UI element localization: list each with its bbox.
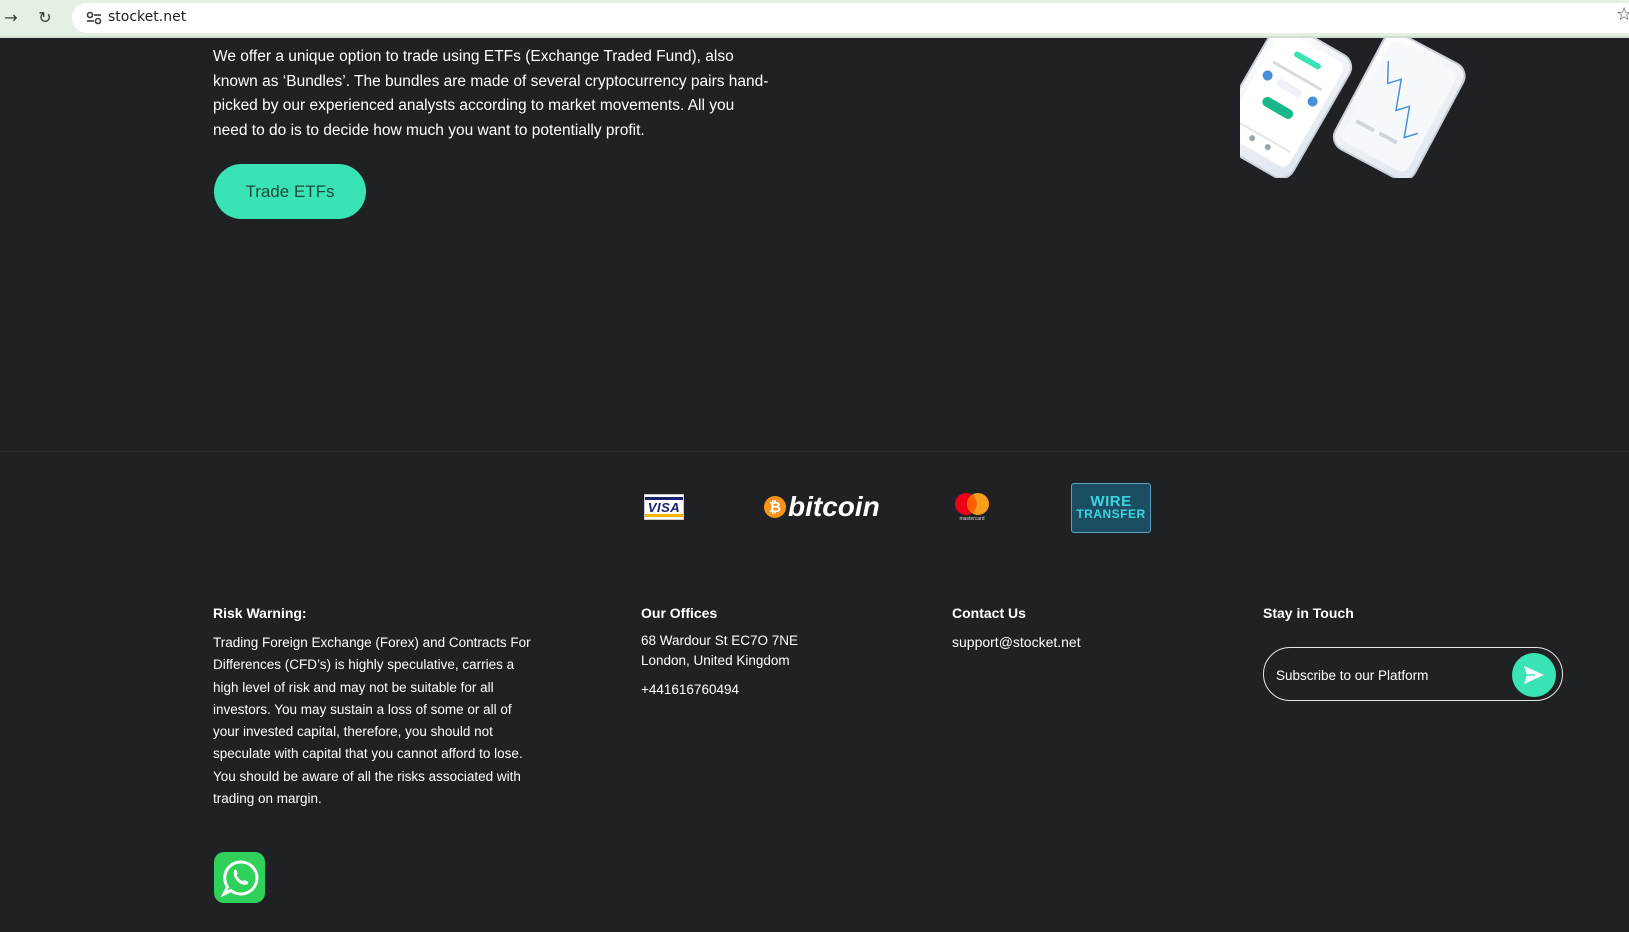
whatsapp-icon <box>220 859 258 897</box>
browser-toolbar: → ↻ stocket.net ☆ <box>0 0 1629 38</box>
wire-transfer-logo: WIRE TRANSFER <box>1071 483 1151 533</box>
our-offices-heading: Our Offices <box>641 605 718 621</box>
bookmark-star-icon[interactable]: ☆ <box>1616 4 1629 25</box>
address-bar[interactable]: stocket.net <box>72 3 1629 33</box>
contact-us-heading: Contact Us <box>952 605 1026 621</box>
mastercard-circles-icon <box>955 493 989 515</box>
reload-icon[interactable]: ↻ <box>34 6 56 28</box>
visa-logo: VISA <box>644 494 684 520</box>
etf-description: We offer a unique option to trade using … <box>213 48 769 139</box>
bitcoin-logo: ₿ bitcoin <box>764 490 880 524</box>
stay-in-touch-heading: Stay in Touch <box>1263 605 1354 621</box>
subscribe-form <box>1263 647 1563 701</box>
section-divider <box>0 451 1629 452</box>
trade-etfs-button[interactable]: Trade ETFs <box>214 164 366 219</box>
office-address-line1: 68 Wardour St EC7O 7NE <box>641 633 799 648</box>
visa-logo-text: VISA <box>647 499 681 515</box>
mastercard-logo-text: mastercard <box>959 516 985 522</box>
site-settings-icon[interactable] <box>86 11 102 25</box>
office-address-line2: London, United Kingdom <box>641 653 790 668</box>
bitcoin-icon: ₿ <box>764 496 786 518</box>
wire-logo-line2: TRANSFER <box>1076 507 1146 521</box>
payment-methods: VISA ₿ bitcoin mastercard WIRE TRANSFER <box>0 480 1629 536</box>
url-text[interactable]: stocket.net <box>108 9 186 25</box>
mastercard-logo: mastercard <box>952 492 992 524</box>
send-arrow-icon <box>1524 666 1544 684</box>
subscribe-input[interactable] <box>1274 660 1508 690</box>
bitcoin-logo-text: bitcoin <box>788 491 880 522</box>
risk-warning-heading: Risk Warning: <box>213 605 307 621</box>
phone-app-illustration <box>1240 38 1466 178</box>
whatsapp-button[interactable] <box>214 852 265 903</box>
risk-warning-text: Trading Foreign Exchange (Forex) and Con… <box>213 635 531 807</box>
contact-email-link[interactable]: support@stocket.net <box>952 634 1081 650</box>
forward-icon[interactable]: → <box>0 6 22 28</box>
office-phone[interactable]: +441616760494 <box>641 682 739 697</box>
subscribe-send-button[interactable] <box>1512 653 1556 697</box>
